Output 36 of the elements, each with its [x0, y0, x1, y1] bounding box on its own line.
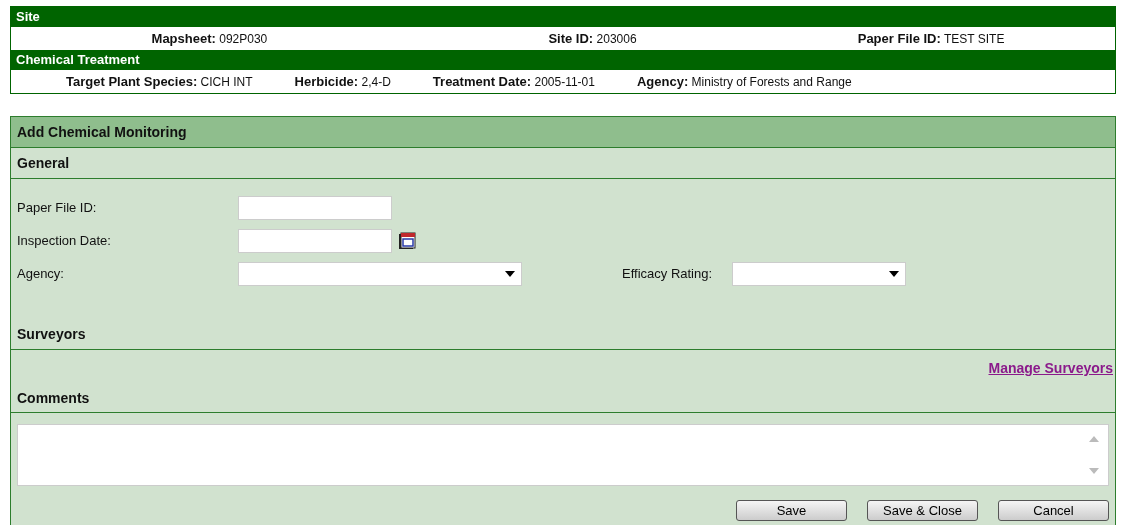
field-label: Target Plant Species: [66, 74, 198, 89]
field-value: 092P030 [219, 32, 268, 46]
comments-textarea[interactable] [17, 424, 1109, 486]
form-button[interactable]: Save & Close [867, 500, 978, 521]
form-button[interactable]: Cancel [998, 500, 1109, 521]
field-label: Treatment Date: [432, 74, 532, 89]
field-label: Herbicide: [294, 74, 359, 89]
input-field[interactable] [238, 195, 392, 220]
form-title: Add Chemical Monitoring [11, 117, 1115, 148]
section-header: General [11, 148, 1115, 179]
field-value: 2005-11-01 [534, 75, 595, 89]
field-value: 2,4-D [361, 75, 391, 89]
field-label: Agency: [636, 74, 689, 89]
field-label: Paper File ID: [17, 200, 98, 215]
field-label: Agency: [17, 266, 65, 281]
field-value: CICH INT [200, 75, 253, 89]
field-label: Efficacy Rating: [622, 266, 714, 281]
section-header: Surveyors [11, 319, 1115, 350]
section-header: Site [11, 7, 1115, 27]
form-button[interactable]: Save [736, 500, 847, 521]
manage-surveyors-link[interactable]: Manage Surveyors [988, 360, 1113, 384]
field-value: TEST SITE [943, 32, 1005, 46]
date-field[interactable] [238, 228, 392, 253]
caret-icon [505, 270, 515, 277]
section-header: Comments [11, 384, 1115, 413]
field-value: 203006 [596, 32, 637, 46]
field-value: Ministry of Forests and Range [691, 75, 852, 89]
field-label: Inspection Date: [17, 233, 112, 248]
section-header: Chemical Treatment [11, 50, 1115, 70]
calendar-icon[interactable] [397, 230, 417, 251]
field-label: Mapsheet: [151, 31, 216, 46]
field-label: Site ID: [548, 31, 594, 46]
caret-icon [889, 270, 899, 277]
field-label: Paper File ID: [857, 31, 941, 46]
efficacy-dropdown[interactable] [732, 261, 906, 286]
agency-dropdown[interactable] [238, 261, 522, 286]
